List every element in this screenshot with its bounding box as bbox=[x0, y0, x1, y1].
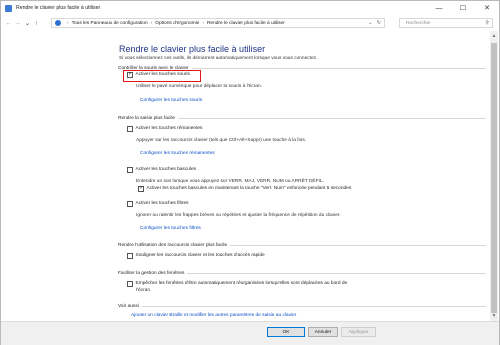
breadcrumb-ergonomics[interactable]: Options d'ergonomie bbox=[155, 21, 199, 26]
section-see-also: Voir aussi bbox=[118, 304, 486, 309]
address-actions: ⌄ ↻ bbox=[368, 20, 381, 26]
breadcrumb-separator: › bbox=[67, 20, 69, 26]
prevent-arrange-label-continued[interactable]: l'écran bbox=[136, 288, 150, 293]
scroll-down-arrow-icon[interactable]: ▼ bbox=[490, 312, 498, 320]
sticky-keys-hint: Appuyer sur les raccourcis clavier (tels… bbox=[136, 138, 307, 143]
section-shortcuts-title: Rendre l'utilisation des raccourcis clav… bbox=[118, 243, 228, 248]
section-title: Faciliter la gestion des fenêtres bbox=[118, 271, 486, 276]
sticky-keys-checkbox-row[interactable]: Activer les touches rémanentes bbox=[127, 126, 202, 132]
divider bbox=[191, 68, 486, 69]
maximize-button[interactable]: ☐ bbox=[451, 1, 475, 15]
toggle-keys-checkbox[interactable] bbox=[127, 167, 133, 173]
highlight-box bbox=[123, 70, 201, 82]
breadcrumb-separator: › bbox=[202, 20, 204, 26]
filter-keys-hint: Ignorer ou ralentir les frappes brèves o… bbox=[136, 213, 341, 218]
underline-shortcuts-checkbox-row[interactable]: Souligner les raccourcis clavier et les … bbox=[127, 253, 265, 259]
search-placeholder: Rechercher bbox=[406, 20, 431, 26]
apply-button[interactable]: Appliquer bbox=[341, 327, 376, 337]
filter-keys-checkbox-row[interactable]: Activer les touches filtres bbox=[127, 201, 189, 207]
search-input[interactable]: Rechercher ⚲ bbox=[399, 18, 493, 28]
page-title: Rendre le clavier plus facile à utiliser bbox=[119, 44, 266, 54]
configure-filter-keys-link[interactable]: Configurer les touches filtres bbox=[140, 226, 201, 231]
minimize-button[interactable]: — bbox=[427, 1, 451, 15]
control-panel-icon bbox=[5, 4, 12, 12]
refresh-icon[interactable]: ↻ bbox=[377, 20, 381, 26]
title-bar: Rendre le clavier plus facile à utiliser… bbox=[1, 1, 499, 15]
section-windows-title: Faciliter la gestion des fenêtres bbox=[118, 271, 185, 276]
toggle-keys-hold-checkbox[interactable] bbox=[138, 185, 144, 192]
button-bar: OK Annuler Appliquer bbox=[1, 321, 499, 345]
chevron-down-icon[interactable]: ⌄ bbox=[368, 20, 372, 26]
divider bbox=[187, 273, 486, 274]
section-title: Rendre l'utilisation des raccourcis clav… bbox=[118, 243, 486, 248]
address-bar[interactable]: › Tous les Panneaux de configuration › O… bbox=[51, 18, 385, 28]
section-typing: Rendre la saisie plus facile bbox=[118, 116, 486, 121]
breadcrumb-all-panels[interactable]: Tous les Panneaux de configuration bbox=[72, 21, 148, 26]
close-button[interactable]: ✕ bbox=[475, 1, 499, 15]
divider bbox=[230, 245, 486, 246]
dialog-window: Rendre le clavier plus facile à utiliser… bbox=[0, 0, 500, 345]
divider bbox=[178, 118, 486, 119]
mouse-keys-hint: Utiliser le pavé numérique pour déplacer… bbox=[136, 84, 262, 89]
section-typing-title: Rendre la saisie plus facile bbox=[118, 116, 176, 121]
prevent-arrange-checkbox-row[interactable]: Empêcher les fenêtres d'être automatique… bbox=[127, 281, 347, 287]
configure-mouse-keys-link[interactable]: Configurer les touches souris bbox=[140, 98, 202, 103]
window-controls: — ☐ ✕ bbox=[427, 1, 499, 15]
navigation-row: ← → ⌄ ↑ › Tous les Panneaux de configura… bbox=[1, 16, 499, 30]
scroll-up-arrow-icon[interactable]: ▲ bbox=[490, 32, 498, 40]
prevent-arrange-label[interactable]: Empêcher les fenêtres d'être automatique… bbox=[136, 281, 348, 286]
content-area: Rendre le clavier plus facile à utiliser… bbox=[1, 31, 490, 321]
underline-shortcuts-label[interactable]: Souligner les raccourcis clavier et les … bbox=[136, 253, 265, 258]
ok-button[interactable]: OK bbox=[267, 327, 305, 337]
up-button[interactable]: ↑ bbox=[32, 17, 41, 29]
section-title: Rendre la saisie plus facile bbox=[118, 116, 486, 121]
prevent-arrange-checkbox[interactable] bbox=[127, 281, 133, 287]
toggle-keys-hold-label[interactable]: Activer les touches bascules en maintena… bbox=[147, 186, 352, 191]
sticky-keys-checkbox[interactable] bbox=[127, 126, 133, 132]
breadcrumb-current[interactable]: Rendre le clavier plus facile à utiliser bbox=[207, 21, 285, 26]
configure-sticky-keys-link[interactable]: Configurer les touches rémanentes bbox=[140, 151, 215, 156]
breadcrumb-separator: › bbox=[150, 20, 153, 26]
section-windows: Faciliter la gestion des fenêtres bbox=[118, 271, 486, 276]
cancel-button[interactable]: Annuler bbox=[308, 327, 338, 337]
section-shortcuts: Rendre l'utilisation des raccourcis clav… bbox=[118, 243, 486, 248]
toggle-keys-hold-checkbox-row[interactable]: Activer les touches bascules en maintena… bbox=[138, 185, 352, 192]
filter-keys-checkbox[interactable] bbox=[127, 201, 133, 207]
divider bbox=[141, 306, 486, 307]
braille-keyboard-link[interactable]: Ajouter un clavier Braille et modifier l… bbox=[131, 313, 296, 318]
vertical-scrollbar[interactable]: ▲ ▼ bbox=[490, 31, 498, 321]
toggle-keys-hint: Entendre un son lorsque vous appuyez sur… bbox=[136, 179, 324, 184]
filter-keys-label[interactable]: Activer les touches filtres bbox=[136, 201, 189, 206]
section-see-also-title: Voir aussi bbox=[118, 304, 139, 309]
search-icon[interactable]: ⚲ bbox=[485, 20, 489, 26]
page-description: Si vous sélectionnez ces outils, ils dém… bbox=[119, 56, 318, 61]
back-button[interactable]: ← bbox=[4, 17, 13, 29]
chevron-down-icon[interactable]: ⌄ bbox=[23, 17, 32, 29]
section-title: Voir aussi bbox=[118, 304, 486, 309]
forward-button[interactable]: → bbox=[13, 17, 22, 29]
underline-shortcuts-checkbox[interactable] bbox=[127, 253, 133, 259]
scrollbar-thumb[interactable] bbox=[491, 43, 497, 313]
window-title: Rendre le clavier plus facile à utiliser bbox=[16, 5, 101, 11]
toggle-keys-checkbox-row[interactable]: Activer les touches bascules bbox=[127, 167, 196, 173]
sticky-keys-label[interactable]: Activer les touches rémanentes bbox=[136, 126, 203, 131]
toggle-keys-label[interactable]: Activer les touches bascules bbox=[136, 167, 197, 172]
control-panel-icon bbox=[55, 20, 61, 26]
